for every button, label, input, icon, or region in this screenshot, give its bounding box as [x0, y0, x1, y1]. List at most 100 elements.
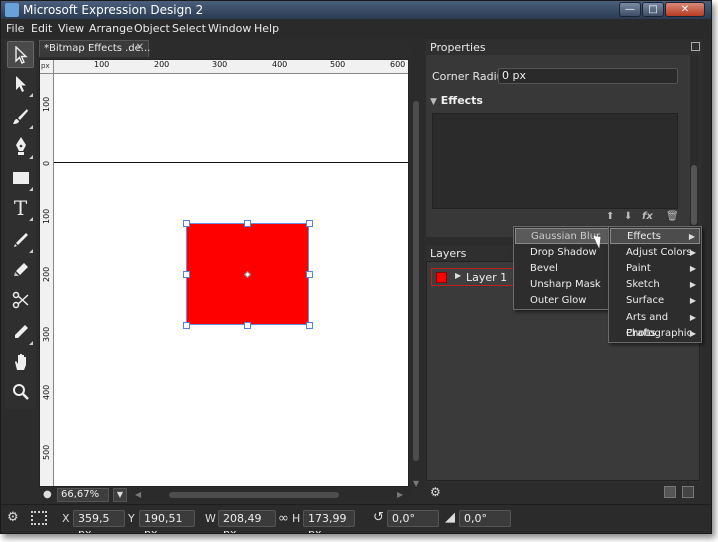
pin-icon[interactable]	[691, 42, 700, 51]
scroll-down-arrow-icon[interactable]: ▼	[413, 479, 419, 488]
ruler-label: 500	[42, 444, 51, 460]
link-icon[interactable]: ∞	[278, 511, 289, 526]
w-label: W	[205, 512, 216, 525]
zoom-icon[interactable]	[7, 379, 34, 406]
width-field[interactable]: 208,49 px	[218, 510, 276, 533]
ruler-label: 400	[272, 60, 288, 69]
minimize-button[interactable]: —	[619, 2, 641, 17]
y-position-field[interactable]: 190,51 px	[139, 510, 195, 533]
ruler-label: 100	[94, 60, 110, 69]
category-paint[interactable]: Paint ▶	[610, 261, 700, 277]
delete-icon[interactable]: 🗑	[666, 211, 679, 222]
document-tab[interactable]: *Bitmap Effects .de... ✕	[39, 40, 150, 57]
status-bar: ⚙ X 359,5 px Y 190,51 px W 208,49 px ∞ H…	[1, 504, 711, 533]
menu-item-unsharp-mask[interactable]: Unsharp Mask	[515, 277, 609, 293]
close-button[interactable]: ✕	[665, 2, 705, 17]
layer-color-swatch	[436, 272, 447, 283]
brush-icon[interactable]	[7, 103, 34, 130]
resize-handle[interactable]	[244, 322, 251, 329]
menu-window[interactable]: Window	[208, 22, 251, 35]
properties-title: Properties	[430, 41, 486, 54]
vertical-ruler: 100 0 100 200 300 400 500	[40, 74, 54, 486]
menu-object[interactable]: Object	[134, 22, 170, 35]
h-label: H	[292, 512, 301, 525]
menu-item-bevel[interactable]: Bevel	[515, 261, 609, 277]
menu-edit[interactable]: Edit	[31, 22, 52, 35]
canvas-area[interactable]: px 100 200 300 400 500 600 100 0 100 200…	[39, 59, 409, 487]
resize-handle[interactable]	[306, 271, 313, 278]
direct-selection-icon[interactable]	[7, 71, 34, 98]
horizontal-scrollbar-thumb[interactable]	[169, 492, 339, 498]
layer-name: Layer 1	[466, 271, 508, 284]
rectangle-icon[interactable]	[7, 165, 34, 192]
gear-icon[interactable]: ⚙	[430, 485, 441, 499]
menu-view[interactable]: View	[58, 22, 84, 35]
fx-button[interactable]: fx	[642, 211, 653, 222]
canvas-vertical-scrollbar[interactable]: ▼	[410, 41, 424, 489]
ruler-label: 600	[390, 60, 406, 69]
menu-item-outer-glow[interactable]: Outer Glow	[515, 293, 609, 309]
properties-scrollbar[interactable]	[690, 55, 698, 237]
text-icon[interactable]: T	[7, 195, 34, 222]
category-photographic[interactable]: Photographic ▶	[610, 326, 700, 342]
toolbox: T	[5, 39, 36, 409]
layer-row[interactable]: ▶ Layer 1	[431, 268, 521, 286]
rotate-icon: ↺	[373, 510, 384, 525]
ruler-label: 300	[212, 60, 228, 69]
effects-header[interactable]: ▼ Effects	[430, 94, 690, 110]
resize-handle[interactable]	[183, 271, 190, 278]
menu-file[interactable]: File	[6, 22, 24, 35]
menu-select[interactable]: Select	[172, 22, 206, 35]
close-tab-icon[interactable]: ✕	[136, 42, 144, 53]
gear-icon[interactable]: ⚙	[7, 510, 19, 525]
scrollbar-thumb[interactable]	[413, 101, 419, 461]
properties-panel: Properties Corner Radius 0 px ▼ Effects …	[426, 39, 702, 237]
color-picker-icon[interactable]	[7, 319, 34, 346]
effects-list[interactable]	[432, 113, 678, 209]
resize-handle[interactable]	[306, 220, 313, 227]
expand-arrow-icon[interactable]: ▶	[455, 271, 461, 280]
new-layer-icon[interactable]	[664, 486, 676, 498]
title-bar: Microsoft Expression Design 2 — □ ✕	[1, 1, 711, 19]
ruler-label: 0	[42, 160, 51, 166]
menu-bar: File Edit View Arrange Object Select Win…	[1, 19, 711, 39]
selection-icon[interactable]	[7, 41, 34, 68]
page-boundary	[54, 162, 408, 163]
resize-handle[interactable]	[183, 220, 190, 227]
ruler-label: 100	[42, 208, 51, 224]
x-position-field[interactable]: 359,5 px	[73, 510, 125, 533]
eyedropper-icon[interactable]	[7, 227, 34, 254]
scroll-left-arrow-icon[interactable]: ◀	[135, 490, 141, 499]
scissors-icon[interactable]	[7, 287, 34, 314]
menu-item-drop-shadow[interactable]: Drop Shadow	[515, 245, 609, 261]
move-down-icon[interactable]: ⬇	[624, 211, 632, 222]
category-adjust-colors[interactable]: Adjust Colors ▶	[610, 245, 700, 261]
reference-point-icon[interactable]	[31, 511, 47, 525]
layers-title: Layers	[430, 247, 467, 260]
resize-handle[interactable]	[306, 322, 313, 329]
category-sketch[interactable]: Sketch ▶	[610, 277, 700, 293]
category-effects[interactable]: Effects ▶	[610, 228, 700, 244]
delete-layer-icon[interactable]	[682, 486, 694, 498]
maximize-button[interactable]: □	[642, 2, 664, 17]
menu-help[interactable]: Help	[254, 22, 279, 35]
x-label: X	[62, 512, 70, 525]
eraser-icon[interactable]	[7, 257, 34, 284]
ruler-label: 200	[42, 266, 51, 282]
move-up-icon[interactable]: ⬆	[606, 211, 614, 222]
zoom-icon-small: ●	[43, 489, 52, 500]
scroll-right-arrow-icon[interactable]: ▶	[397, 490, 403, 499]
category-arts-and-crafts[interactable]: Arts and Crafts ▶	[610, 310, 700, 339]
skew-field[interactable]: 0,0°	[459, 510, 511, 527]
height-field[interactable]: 173,99 px	[303, 510, 355, 533]
chevron-down-icon[interactable]: ▼	[113, 488, 127, 502]
category-surface[interactable]: Surface ▶	[610, 293, 700, 309]
corner-radius-input[interactable]: 0 px	[498, 68, 678, 84]
zoom-field[interactable]: 66,67%	[57, 488, 109, 502]
rotation-field[interactable]: 0,0°	[387, 510, 439, 527]
menu-arrange[interactable]: Arrange	[89, 22, 133, 35]
resize-handle[interactable]	[244, 220, 251, 227]
hand-icon[interactable]	[7, 349, 34, 376]
pen-icon[interactable]	[7, 133, 34, 160]
resize-handle[interactable]	[183, 322, 190, 329]
